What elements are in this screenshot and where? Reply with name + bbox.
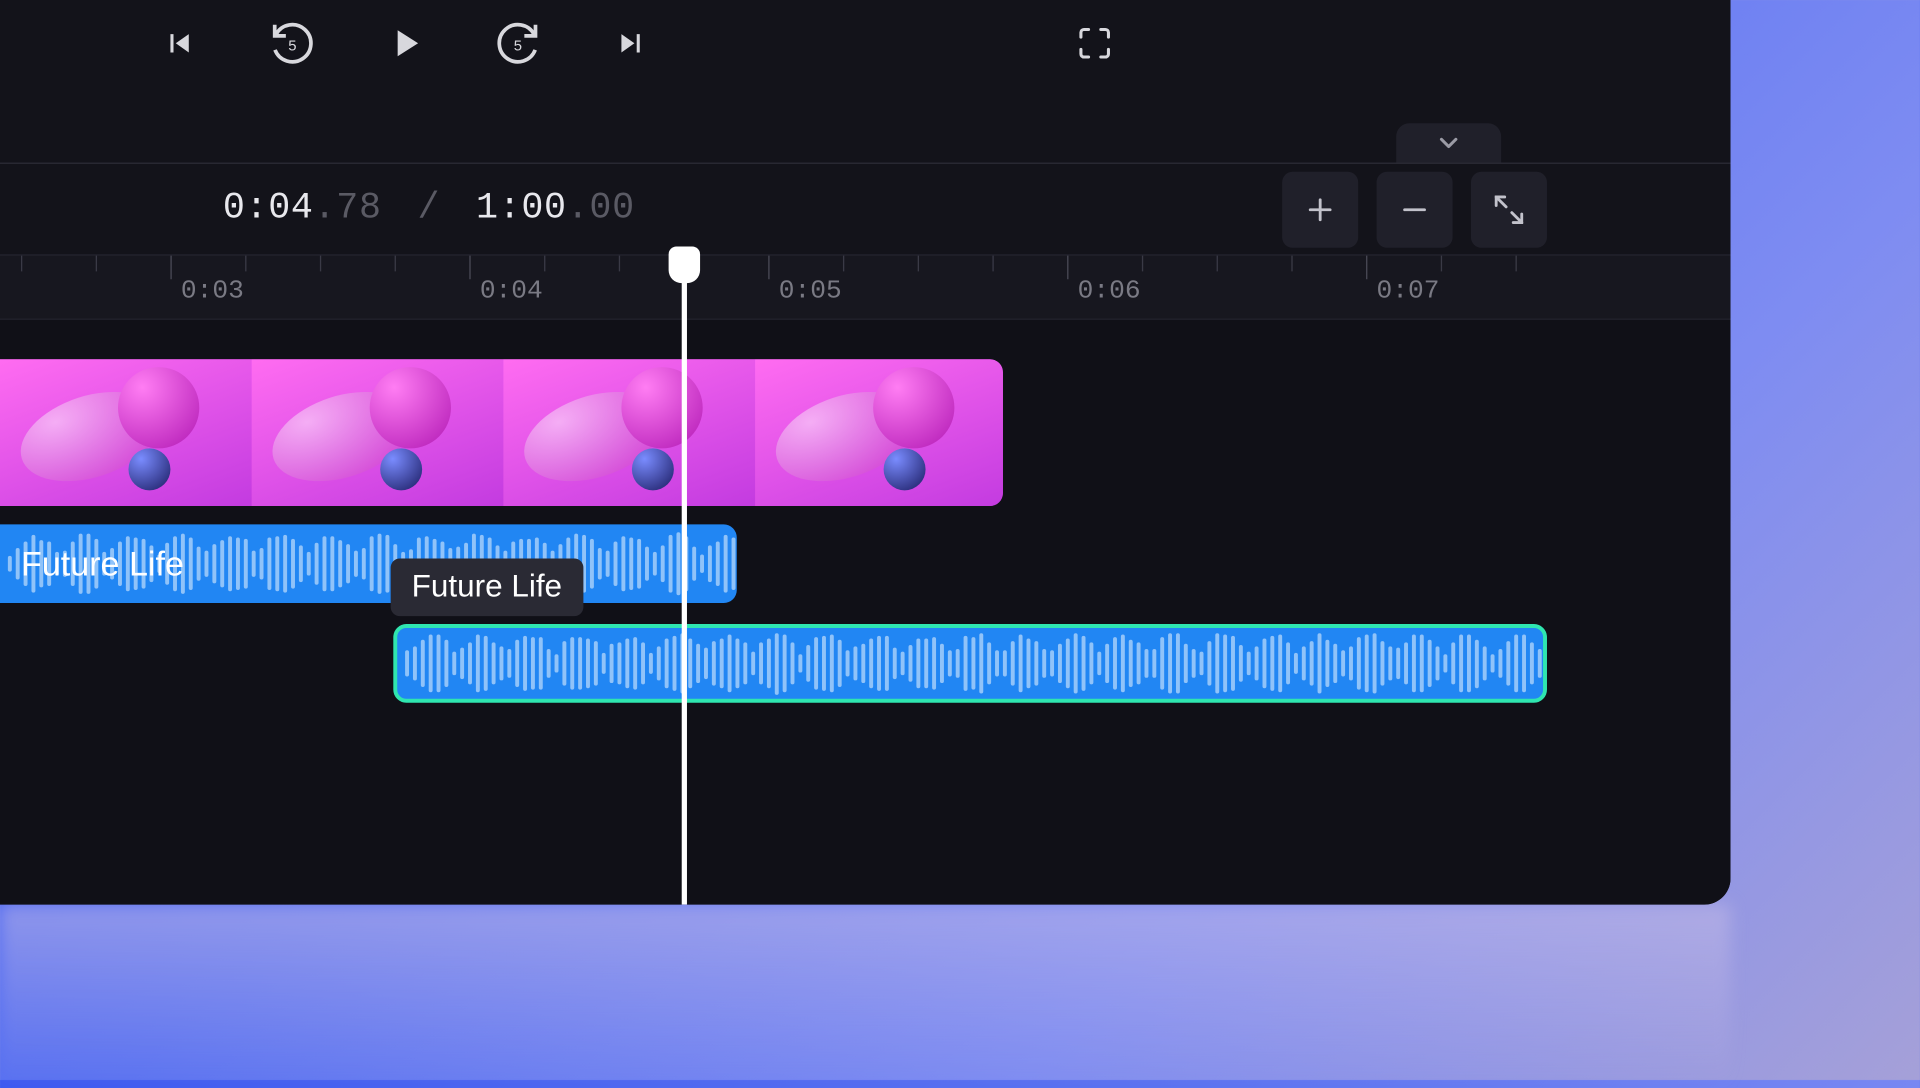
playhead-grip-icon	[669, 246, 700, 283]
skip-previous-icon	[161, 25, 198, 62]
clip-thumbnail	[252, 359, 504, 506]
ruler-label: 0:04	[480, 277, 543, 307]
video-editor-window: 5 5 0:04.78 / 1	[0, 0, 1731, 905]
minus-icon	[1398, 192, 1432, 226]
zoom-controls-group	[1282, 171, 1547, 247]
fit-to-screen-button[interactable]	[1471, 171, 1547, 247]
current-time-frac: .78	[314, 189, 382, 230]
play-icon	[383, 21, 428, 66]
playback-toolbar: 5 5	[0, 0, 1731, 87]
ruler-label: 0:07	[1377, 277, 1440, 307]
total-time-frac: .00	[567, 189, 635, 230]
ruler-label: 0:06	[1078, 277, 1141, 307]
clip-thumbnail	[755, 359, 1003, 506]
svg-text:5: 5	[288, 39, 296, 55]
ruler-label: 0:05	[779, 277, 842, 307]
clip-thumbnail	[0, 359, 252, 506]
svg-text:5: 5	[514, 39, 522, 55]
zoom-out-button[interactable]	[1377, 171, 1453, 247]
skip-next-button[interactable]	[602, 14, 660, 72]
skip-previous-button[interactable]	[151, 14, 209, 72]
zoom-in-button[interactable]	[1282, 171, 1358, 247]
fullscreen-button[interactable]	[1066, 14, 1124, 72]
audio-clip-1[interactable]: Future Life	[0, 524, 737, 603]
clip-thumbnail	[503, 359, 755, 506]
current-time-main: 0:04	[223, 189, 314, 230]
background-gradient	[0, 905, 1731, 1088]
timeline-tracks: Future Life Future Life	[0, 320, 1731, 905]
playhead[interactable]	[682, 254, 687, 904]
fullscreen-icon	[1076, 25, 1113, 62]
total-time-main: 1:00	[476, 189, 567, 230]
ruler-label: 0:03	[181, 277, 244, 307]
play-controls-group: 5 5	[151, 14, 660, 72]
timeline-expand-tab[interactable]	[1396, 123, 1501, 162]
timecode-separator: /	[417, 189, 440, 230]
audio-clip-label: Future Life	[21, 543, 184, 584]
rewind-5-button[interactable]: 5	[264, 14, 322, 72]
forward-5-icon: 5	[496, 21, 541, 66]
fit-icon	[1492, 192, 1526, 226]
clip-tooltip: Future Life	[391, 558, 583, 616]
timecode-display: 0:04.78 / 1:00.00	[223, 189, 635, 230]
rewind-5-icon: 5	[270, 21, 315, 66]
forward-5-button[interactable]: 5	[489, 14, 547, 72]
skip-next-icon	[612, 25, 649, 62]
time-ruler[interactable]: 0:03 0:04 0:05 0:06 0:07	[0, 254, 1731, 320]
video-clip[interactable]	[0, 359, 1003, 506]
waveform-icon	[397, 628, 1543, 699]
audio-clip-2-selected[interactable]	[393, 624, 1547, 703]
time-header: 0:04.78 / 1:00.00	[0, 163, 1731, 255]
chevron-down-icon	[1434, 128, 1463, 157]
play-button[interactable]	[376, 14, 434, 72]
plus-icon	[1303, 192, 1337, 226]
